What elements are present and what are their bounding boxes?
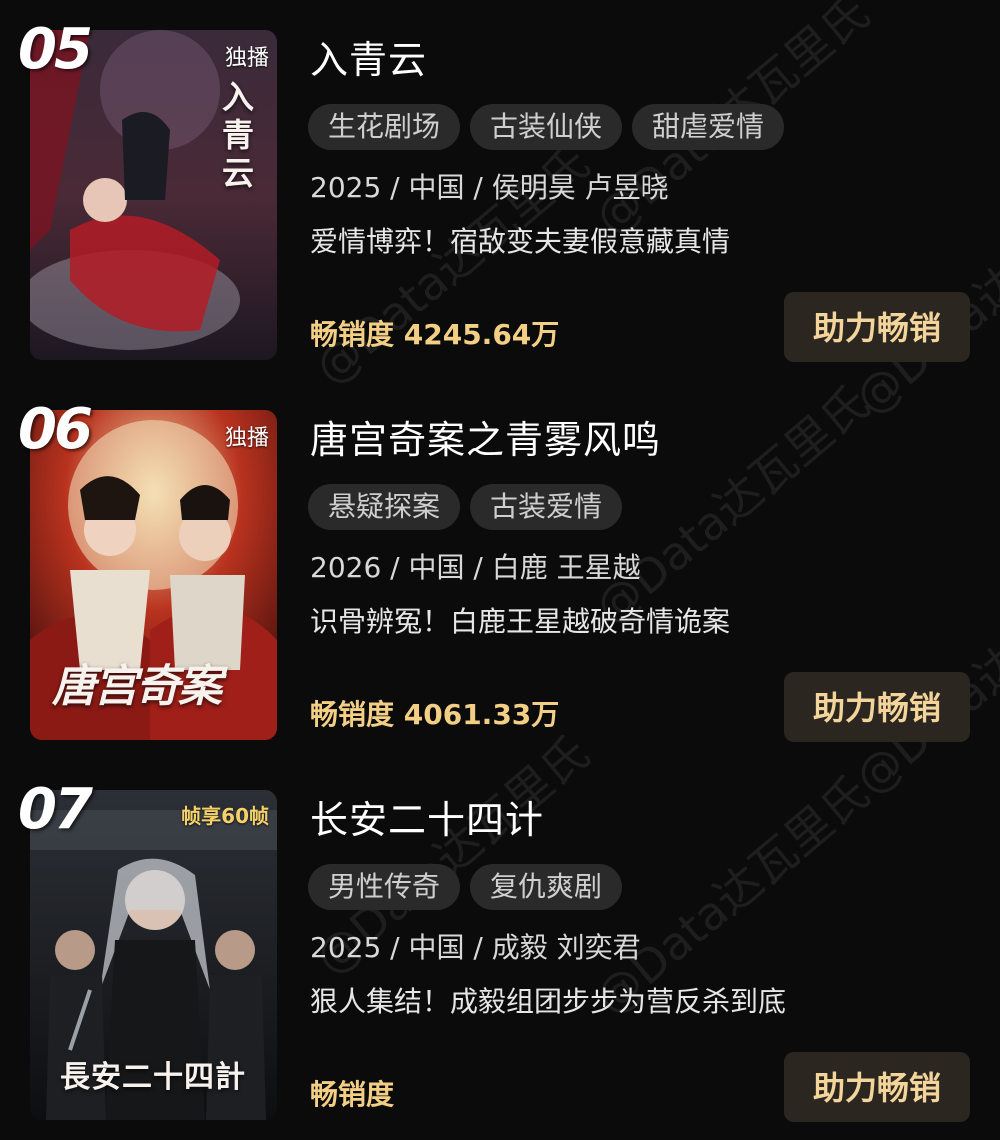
show-description: 识骨辨冤！白鹿王星越破奇情诡案 xyxy=(310,605,731,638)
rank-number: 06 xyxy=(18,397,93,462)
poster-title: 長安二十四計 xyxy=(60,1060,246,1095)
tag[interactable]: 生花剧场 xyxy=(308,104,461,150)
ranking-item[interactable]: 06 独播 唐宫奇案 唐宫奇案之青雾风鸣 悬疑探案 古装爱情 2026 / 中国… xyxy=(0,380,1000,760)
rank-number: 05 xyxy=(18,17,93,82)
ranking-item[interactable]: 07 帧享60帧 長安二十四計 长安二十四计 男性传奇 复仇爽剧 2025 / … xyxy=(0,760,1000,1140)
boost-sales-button[interactable]: 助力畅销 xyxy=(784,1052,970,1122)
boost-sales-button[interactable]: 助力畅销 xyxy=(784,292,970,362)
tag[interactable]: 古装爱情 xyxy=(470,484,623,530)
poster-title: 入青云 xyxy=(217,80,255,194)
exclusive-badge: 独播 xyxy=(224,426,269,451)
tag-list: 男性传奇 复仇爽剧 xyxy=(308,864,623,910)
show-meta: 2026 / 中国 / 白鹿 王星越 xyxy=(310,551,641,584)
show-meta: 2025 / 中国 / 成毅 刘奕君 xyxy=(310,931,641,964)
show-description: 狠人集结！成毅组团步步为营反杀到底 xyxy=(310,985,787,1018)
ranking-item[interactable]: 05 独播 入青云 入青云 生花剧场 古装仙侠 甜虐爱情 2025 / 中国 /… xyxy=(0,0,1000,380)
show-title[interactable]: 入青云 xyxy=(310,36,427,84)
tag-list: 生花剧场 古装仙侠 甜虐爱情 xyxy=(308,104,785,150)
rank-number: 07 xyxy=(18,777,93,842)
tag[interactable]: 复仇爽剧 xyxy=(470,864,623,910)
tag[interactable]: 悬疑探案 xyxy=(308,484,461,530)
tag[interactable]: 古装仙侠 xyxy=(470,104,623,150)
show-description: 爱情博弈！宿敌变夫妻假意藏真情 xyxy=(310,225,731,258)
poster-title: 唐宫奇案 xyxy=(52,661,222,712)
boost-sales-button[interactable]: 助力畅销 xyxy=(784,672,970,742)
exclusive-badge: 独播 xyxy=(224,46,269,71)
sales-score: 畅销度 4245.64万 xyxy=(310,318,560,351)
show-title[interactable]: 唐宫奇案之青雾风鸣 xyxy=(310,416,661,464)
tag[interactable]: 男性传奇 xyxy=(308,864,461,910)
sales-score: 畅销度 xyxy=(310,1078,395,1111)
frame-rate-badge: 帧享60帧 xyxy=(181,804,269,828)
show-title[interactable]: 长安二十四计 xyxy=(310,796,544,844)
tag-list: 悬疑探案 古装爱情 xyxy=(308,484,623,530)
show-meta: 2025 / 中国 / 侯明昊 卢昱晓 xyxy=(310,171,669,204)
sales-score: 畅销度 4061.33万 xyxy=(310,698,560,731)
tag[interactable]: 甜虐爱情 xyxy=(632,104,785,150)
